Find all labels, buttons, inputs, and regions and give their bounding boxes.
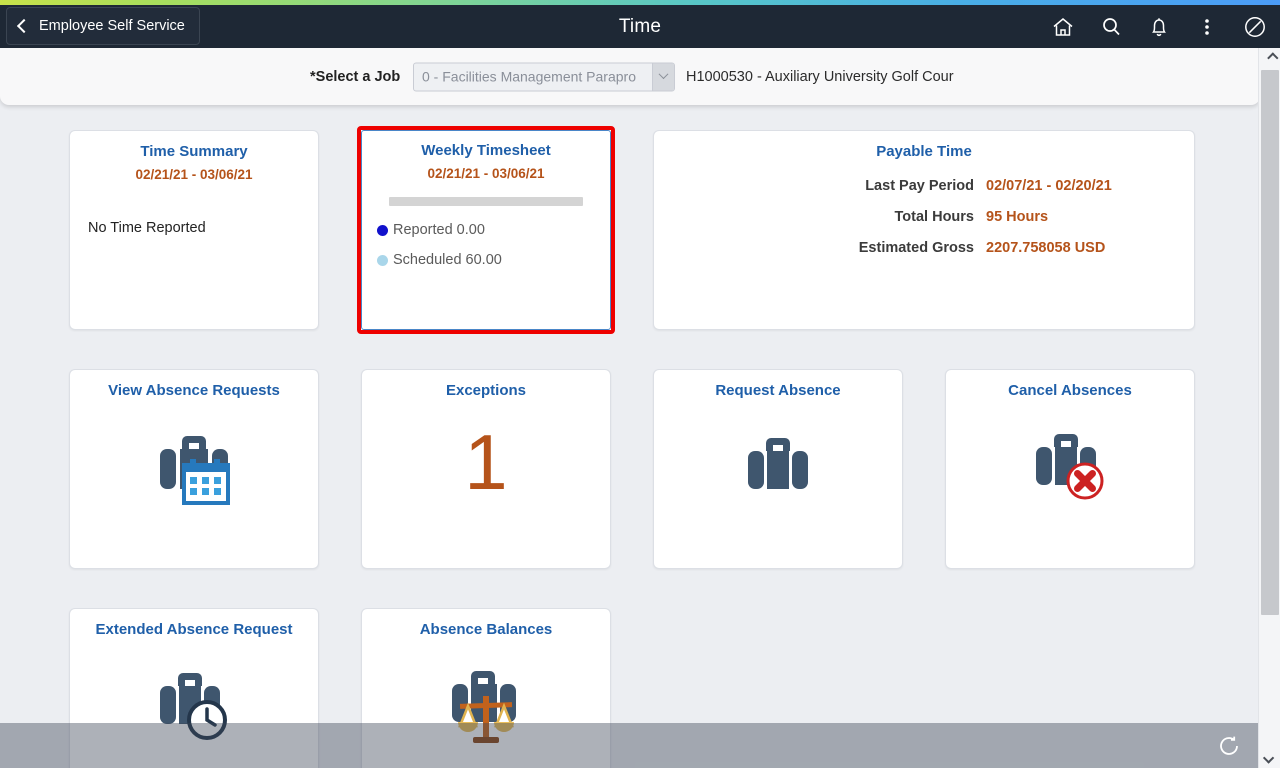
tile-extended-absence-request-title: Extended Absence Request [95,621,293,638]
chevron-down-icon[interactable] [652,63,674,90]
timesheet-legend: Reported 0.00 Scheduled 60.00 [377,222,611,268]
briefcase-cancel-icon [946,415,1194,511]
legend-item-scheduled: Scheduled 60.00 [377,252,611,268]
tile-request-absence-title: Request Absence [715,382,841,399]
tile-time-summary-title: Time Summary [140,143,248,160]
chevron-left-icon [16,18,32,34]
tile-exceptions[interactable]: Exceptions 1 [361,369,611,569]
tile-weekly-timesheet-date-range: 02/21/21 - 03/06/21 [427,166,545,181]
scroll-down-arrow-icon[interactable] [1259,748,1280,768]
tile-time-summary[interactable]: Time Summary 02/21/21 - 03/06/21 No Time… [69,130,319,330]
app-header: Employee Self Service Time [0,5,1280,48]
job-description-text: H1000530 - Auxiliary University Golf Cou… [686,68,954,85]
tile-view-absence-requests[interactable]: View Absence Requests [69,369,319,569]
payable-time-row: Total Hours 95 Hours [654,209,1194,225]
tile-grid: Time Summary 02/21/21 - 03/06/21 No Time… [0,105,1258,768]
select-a-job-value: 0 - Facilities Management Parapro [422,68,636,85]
bottom-loading-overlay [0,723,1258,768]
tile-request-absence[interactable]: Request Absence [653,369,903,569]
select-a-job-label: *Select a Job [310,68,401,85]
select-a-job-dropdown[interactable]: 0 - Facilities Management Parapro [413,62,675,91]
back-to-employee-self-service-button[interactable]: Employee Self Service [6,7,200,45]
back-button-label: Employee Self Service [39,18,185,34]
notifications-bell-icon[interactable] [1142,10,1176,44]
tile-view-absence-requests-title: View Absence Requests [108,382,280,399]
tile-time-summary-message: No Time Reported [88,220,206,236]
payable-time-label: Last Pay Period [865,178,974,194]
actions-kebab-icon[interactable] [1190,10,1224,44]
tile-payable-time[interactable]: Payable Time Last Pay Period 02/07/21 - … [653,130,1195,330]
refresh-icon[interactable] [1214,731,1244,761]
tile-cancel-absences-title: Cancel Absences [1008,382,1132,399]
legend-label-reported: Reported 0.00 [393,222,485,238]
legend-item-reported: Reported 0.00 [377,222,611,238]
payable-time-row: Estimated Gross 2207.758058 USD [654,240,1194,256]
payable-time-value: 02/07/21 - 02/20/21 [986,178,1112,194]
tile-time-summary-date-range: 02/21/21 - 03/06/21 [135,167,253,182]
payable-time-row: Last Pay Period 02/07/21 - 02/20/21 [654,178,1194,194]
tile-weekly-timesheet[interactable]: Weekly Timesheet 02/21/21 - 03/06/21 Rep… [357,126,615,334]
brand-gradient-strip [0,0,1280,5]
briefcase-calendar-icon [70,415,318,511]
app-root: Employee Self Service Time *Select a Job… [0,0,1280,768]
tile-cancel-absences[interactable]: Cancel Absences [945,369,1195,569]
timesheet-progress [389,197,583,206]
navbar-icon[interactable] [1238,10,1272,44]
home-icon[interactable] [1046,10,1080,44]
legend-dot-scheduled [377,254,388,266]
payable-time-label: Total Hours [894,209,974,225]
tile-exceptions-count: 1 [464,418,508,506]
payable-time-rows: Last Pay Period 02/07/21 - 02/20/21 Tota… [654,178,1194,256]
timesheet-progress-bar [389,197,583,206]
tile-weekly-timesheet-title: Weekly Timesheet [421,142,551,159]
tile-exceptions-title: Exceptions [445,382,527,399]
payable-time-value: 2207.758058 USD [986,240,1106,256]
tile-payable-time-title: Payable Time [876,143,972,160]
job-selector-panel: *Select a Job 0 - Facilities Management … [0,48,1260,105]
scroll-up-arrow-icon[interactable] [1259,48,1280,68]
tile-absence-balances-title: Absence Balances [419,621,553,638]
payable-time-label: Estimated Gross [858,240,974,256]
payable-time-value: 95 Hours [986,209,1049,225]
search-icon[interactable] [1094,10,1128,44]
legend-label-scheduled: Scheduled 60.00 [393,252,502,268]
scrollbar-thumb[interactable] [1261,70,1279,615]
header-icon-group [1046,5,1272,48]
legend-dot-reported [377,224,388,236]
briefcase-icon [654,415,902,511]
vertical-scrollbar[interactable] [1258,48,1280,768]
